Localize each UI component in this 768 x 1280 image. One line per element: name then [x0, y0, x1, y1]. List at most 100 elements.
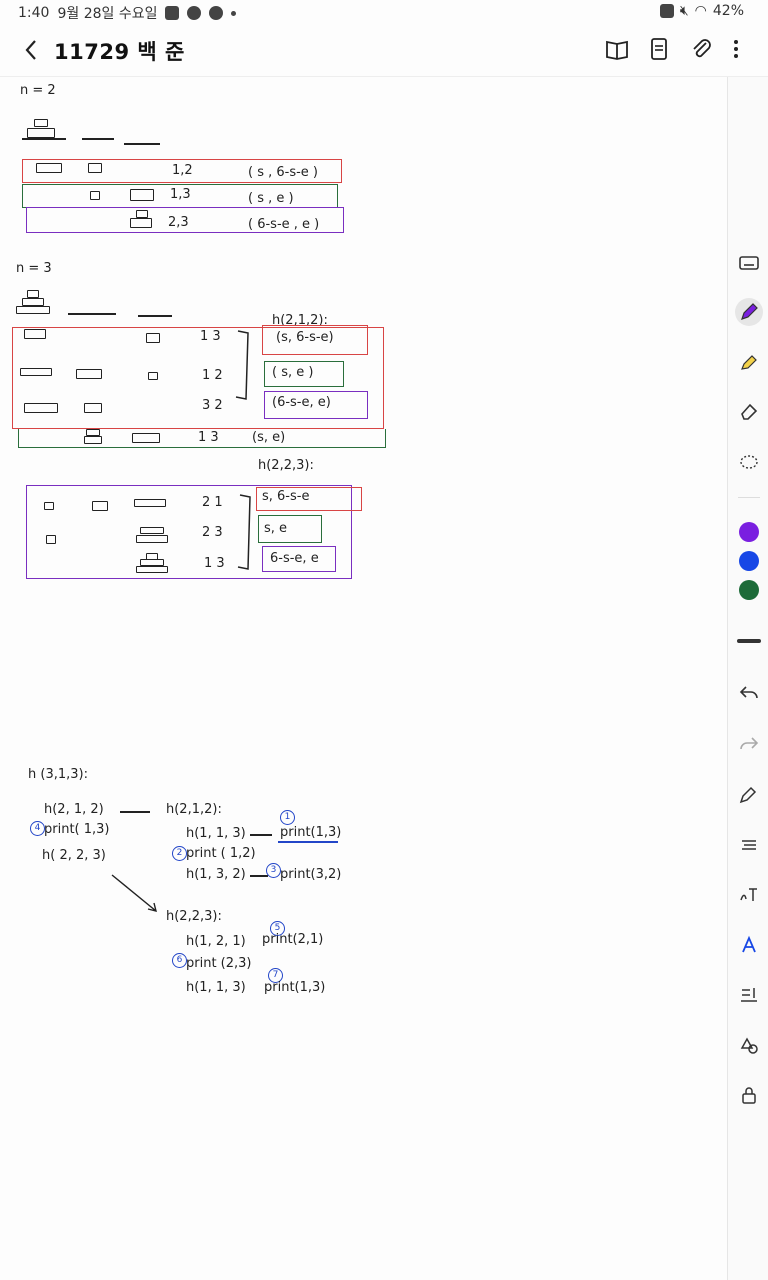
peg-base: [68, 313, 116, 315]
attach-button[interactable]: [688, 36, 714, 62]
step-number-badge: 3: [266, 863, 281, 878]
disk: [140, 527, 164, 534]
lock-icon: [742, 1087, 756, 1104]
keyboard-button[interactable]: [735, 249, 763, 277]
eraser-tool-button[interactable]: [735, 397, 763, 425]
disk: [84, 403, 102, 413]
step-number-badge: 4: [30, 821, 45, 836]
lock-status-icon: [659, 4, 674, 18]
n3-move: 1 2: [202, 368, 223, 383]
n3-move: 3 2: [202, 398, 223, 413]
n3-args: (6-s-e, e): [272, 395, 331, 410]
pen-settings-button[interactable]: [735, 782, 763, 810]
n3-args: s, e: [264, 521, 288, 536]
arrow-line: [250, 875, 268, 877]
text-format-button[interactable]: [735, 831, 763, 859]
undo-button[interactable]: [735, 679, 763, 707]
disk: [44, 502, 54, 510]
stroke-thickness[interactable]: [737, 639, 761, 643]
line-spacing-button[interactable]: [735, 981, 763, 1009]
lasso-icon: [740, 455, 758, 469]
color-swatch-purple[interactable]: [739, 522, 759, 542]
trace-call: print( 1,3): [44, 822, 110, 837]
n3-mid-move: 1 3: [198, 430, 219, 445]
disk: [88, 163, 102, 173]
disk: [130, 218, 152, 228]
tower-disk: [16, 306, 50, 314]
trace-output: print(1,3): [280, 825, 342, 840]
note-title: 11729 백 준: [54, 40, 185, 64]
n3-args: (s, 6-s-e): [276, 330, 334, 345]
trace-call: print ( 1,2): [186, 846, 256, 861]
disk: [136, 566, 168, 573]
disk: [140, 559, 164, 566]
shapes-button[interactable]: [735, 1031, 763, 1059]
color-swatch-green[interactable]: [739, 580, 759, 600]
trace-call: h(1, 3, 2): [186, 867, 246, 882]
disk: [146, 333, 160, 343]
n3-args: s, 6-s-e: [262, 489, 310, 504]
redo-button[interactable]: [735, 730, 763, 758]
n2-args: ( s , e ): [248, 191, 294, 206]
n3-move: 2 1: [202, 495, 223, 510]
text-format-icon: [742, 840, 756, 850]
trace-root: h (3,1,3):: [28, 767, 88, 782]
lasso-tool-button[interactable]: [735, 448, 763, 476]
text-style-icon: [742, 935, 756, 953]
step-number-badge: 1: [280, 810, 295, 825]
lock-layer-button[interactable]: [735, 1081, 763, 1109]
trace-output: print(2,1): [262, 932, 324, 947]
disk: [46, 535, 56, 544]
disk: [136, 210, 148, 218]
disk: [84, 436, 102, 444]
status-date: 9월 28일 수요일: [57, 6, 158, 22]
account-notification-icon: [209, 6, 224, 20]
n3-args: 6-s-e, e: [270, 551, 319, 566]
handwriting-to-text-button[interactable]: [735, 881, 763, 909]
text-style-button[interactable]: [735, 931, 763, 959]
step-number-badge: 2: [172, 846, 187, 861]
pen-tool-button[interactable]: [735, 298, 763, 326]
trace-call: h(1, 1, 3): [186, 980, 246, 995]
talk-notification-icon: [187, 6, 202, 20]
trace-call: h(1, 1, 3): [186, 826, 246, 841]
disk: [90, 191, 100, 200]
document-icon: [651, 38, 667, 60]
eraser-icon: [741, 403, 758, 420]
arrow-line: [250, 834, 272, 836]
highlighter-tool-button[interactable]: [735, 348, 763, 376]
n2-move: 1,2: [172, 163, 193, 178]
keyboard-icon: [739, 256, 759, 270]
n3-move: 1 3: [204, 556, 225, 571]
more-options-button[interactable]: [726, 36, 746, 62]
tower-disk: [22, 298, 44, 306]
peg-base: [138, 315, 172, 317]
undo-icon: [739, 686, 758, 699]
book-view-button[interactable]: [604, 36, 630, 62]
disk: [24, 329, 46, 339]
disk: [86, 429, 100, 436]
pen-settings-icon: [739, 786, 757, 804]
back-arrow-icon: [25, 40, 36, 60]
disk: [148, 372, 158, 380]
page-template-button[interactable]: [646, 36, 672, 62]
status-time: 1:40: [18, 5, 50, 21]
trace-call: h(2, 1, 2): [44, 802, 104, 817]
note-canvas[interactable]: n = 2 1,2 ( s , 6-s-e ) 1,3 ( s , e ) 2,…: [0, 77, 726, 1280]
more-vertical-icon: [734, 40, 738, 58]
n2-args: ( s , 6-s-e ): [248, 165, 319, 180]
disk: [132, 433, 160, 443]
disk: [92, 501, 108, 511]
battery-level: 42%: [712, 3, 744, 19]
disk: [130, 189, 154, 201]
n3-call2: h(2,2,3):: [258, 458, 314, 473]
back-button[interactable]: [18, 36, 46, 64]
arrow-icon: [111, 874, 157, 912]
n2-label: n = 2: [20, 83, 56, 98]
bracket-icon: [235, 330, 249, 400]
trace-sub-head: h(2,1,2):: [166, 802, 222, 817]
underline: [278, 841, 338, 843]
color-swatch-blue[interactable]: [739, 551, 759, 571]
pen-icon: [741, 303, 758, 320]
redo-icon: [740, 737, 759, 750]
